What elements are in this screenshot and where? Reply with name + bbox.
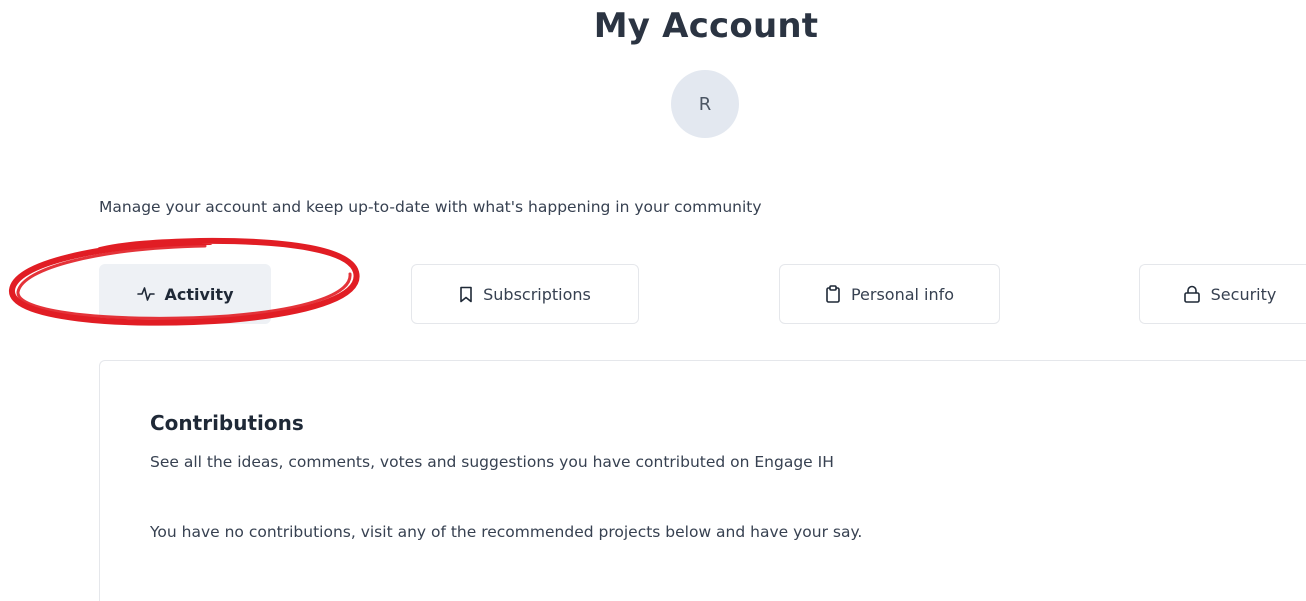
tab-activity-label: Activity <box>164 284 234 304</box>
tab-subscriptions[interactable]: Subscriptions <box>411 264 639 324</box>
bookmark-icon <box>459 286 473 303</box>
tab-subscriptions-label: Subscriptions <box>483 284 591 304</box>
clipboard-icon <box>825 285 841 303</box>
tab-security[interactable]: Security <box>1139 264 1306 324</box>
avatar[interactable]: R <box>671 70 739 138</box>
contributions-panel: Contributions See all the ideas, comment… <box>99 360 1306 601</box>
contributions-description: See all the ideas, comments, votes and s… <box>150 453 834 471</box>
tab-personal-info[interactable]: Personal info <box>779 264 1000 324</box>
contributions-title: Contributions <box>150 411 304 435</box>
avatar-initial: R <box>698 93 712 115</box>
lock-icon <box>1183 285 1201 303</box>
page-title: My Account <box>593 6 819 46</box>
activity-icon <box>136 286 155 302</box>
tab-personal-info-label: Personal info <box>850 284 955 304</box>
intro-text: Manage your account and keep up-to-date … <box>99 198 762 216</box>
contributions-empty-message: You have no contributions, visit any of … <box>150 523 863 541</box>
tab-activity[interactable]: Activity <box>99 264 271 324</box>
tab-security-label: Security <box>1210 284 1277 304</box>
